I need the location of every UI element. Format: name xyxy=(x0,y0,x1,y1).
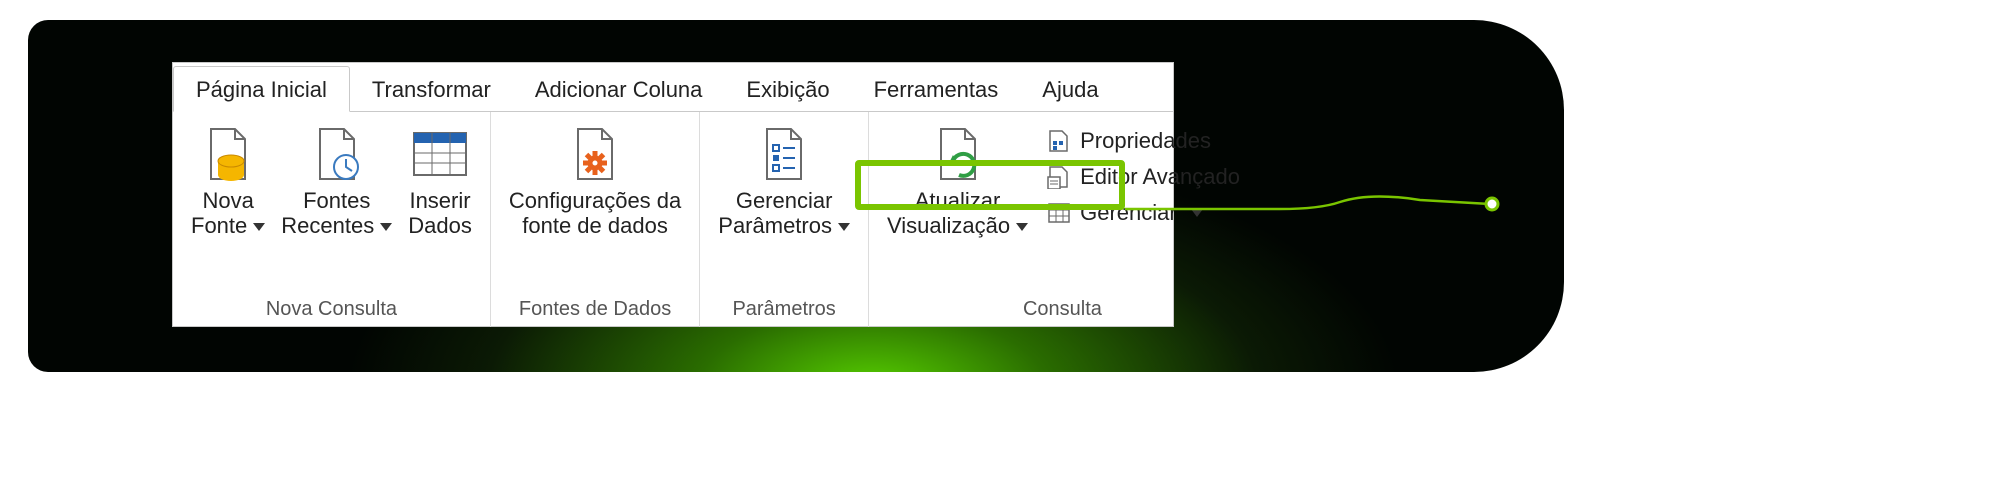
new-source-icon xyxy=(200,124,256,184)
enter-data-button[interactable]: Inserir Dados xyxy=(400,120,480,243)
data-source-settings-label-l1: Configurações da xyxy=(509,188,681,213)
stage: Página Inicial Transformar Adicionar Col… xyxy=(0,0,1999,503)
manage-parameters-label-l2: Parâmetros xyxy=(718,213,832,238)
recent-sources-label-l2: Recentes xyxy=(281,213,374,238)
group-consulta: Atualizar Visualização xyxy=(869,112,1256,327)
chevron-down-icon xyxy=(253,223,265,231)
tab-tools[interactable]: Ferramentas xyxy=(852,67,1021,111)
recent-sources-button[interactable]: Fontes Recentes xyxy=(273,120,400,243)
group-nova-consulta: Nova Fonte xyxy=(173,112,491,327)
group-label-parametros: Parâmetros xyxy=(710,294,858,323)
chevron-down-icon xyxy=(380,223,392,231)
refresh-preview-label-l2: Visualização xyxy=(887,213,1010,238)
chevron-down-icon xyxy=(838,223,850,231)
data-source-settings-button[interactable]: Configurações da fonte de dados xyxy=(501,120,689,243)
chevron-down-icon xyxy=(1191,209,1203,217)
ribbon-groups: Nova Fonte xyxy=(173,112,1173,327)
enter-data-label-l1: Inserir xyxy=(409,188,470,213)
enter-data-icon xyxy=(412,124,468,184)
properties-icon xyxy=(1046,128,1072,154)
chevron-down-icon xyxy=(1016,223,1028,231)
new-source-label-l2: Fonte xyxy=(191,213,247,238)
tab-add-column[interactable]: Adicionar Coluna xyxy=(513,67,725,111)
group-label-fontes-de-dados: Fontes de Dados xyxy=(501,294,689,323)
ribbon-tabstrip: Página Inicial Transformar Adicionar Col… xyxy=(173,63,1173,112)
properties-label: Propriedades xyxy=(1080,128,1211,154)
recent-sources-label-l1: Fontes xyxy=(303,188,370,213)
new-source-button[interactable]: Nova Fonte xyxy=(183,120,273,243)
data-source-settings-label-l2: fonte de dados xyxy=(522,213,668,238)
tab-home[interactable]: Página Inicial xyxy=(173,66,350,112)
manage-parameters-button[interactable]: Gerenciar Parâmetros xyxy=(710,120,858,243)
manage-parameters-icon xyxy=(756,124,812,184)
recent-sources-icon xyxy=(309,124,365,184)
tab-help[interactable]: Ajuda xyxy=(1020,67,1120,111)
data-source-settings-icon xyxy=(567,124,623,184)
tab-transform[interactable]: Transformar xyxy=(350,67,513,111)
enter-data-label-l2: Dados xyxy=(408,213,472,238)
properties-button[interactable]: Propriedades xyxy=(1040,126,1246,156)
tab-view[interactable]: Exibição xyxy=(724,67,851,111)
manage-parameters-label-l1: Gerenciar xyxy=(736,188,833,213)
group-label-nova-consulta: Nova Consulta xyxy=(183,294,480,323)
group-parametros: Gerenciar Parâmetros Parâmetros xyxy=(700,112,869,327)
group-fontes-de-dados: Configurações da fonte de dados Fontes d… xyxy=(491,112,700,327)
new-source-label-l1: Nova xyxy=(202,188,253,213)
highlight-editor-avancado xyxy=(855,160,1125,210)
group-label-consulta: Consulta xyxy=(879,294,1246,323)
